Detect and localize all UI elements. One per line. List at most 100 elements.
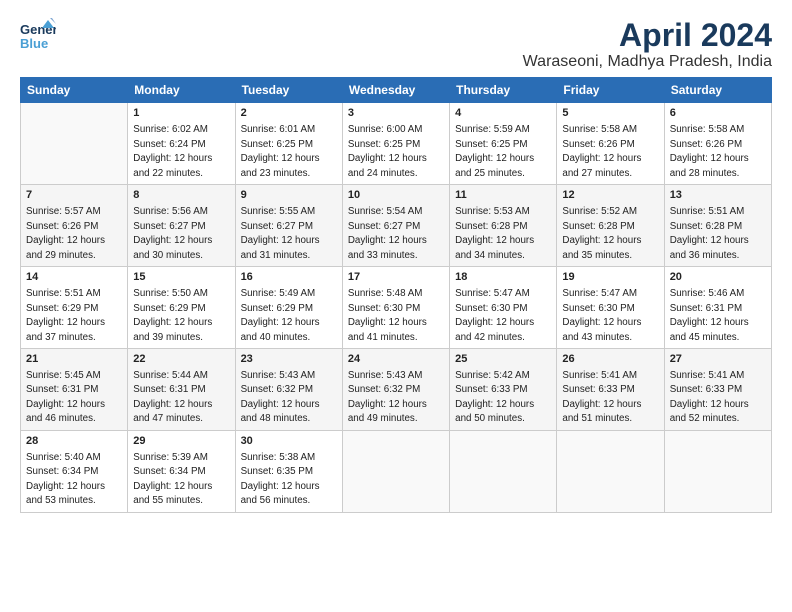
calendar-cell: 13 Sunrise: 5:51 AMSunset: 6:28 PMDayligh… [664, 185, 771, 267]
cell-info: Sunrise: 5:50 AMSunset: 6:29 PMDaylight:… [133, 288, 212, 343]
title-block: April 2024 Waraseoni, Madhya Pradesh, In… [523, 18, 772, 71]
calendar-cell: 19Sunrise: 5:47 AMSunset: 6:30 PMDayligh… [557, 267, 664, 349]
cell-info: Sunrise: 5:54 AMSunset: 6:27 PMDaylight:… [348, 206, 427, 261]
cell-info: Sunrise: 5:53 AMSunset: 6:28 PMDaylight:… [455, 206, 534, 261]
calendar-cell: 9 Sunrise: 5:55 AMSunset: 6:27 PMDaylight… [235, 185, 342, 267]
cell-info: Sunrise: 5:39 AMSunset: 6:34 PMDaylight:… [133, 452, 212, 507]
day-number: 15 [133, 270, 229, 286]
header-saturday: Saturday [664, 78, 771, 103]
cell-info: Sunrise: 5:44 AMSunset: 6:31 PMDaylight:… [133, 370, 212, 425]
day-number: 28 [26, 434, 122, 450]
calendar-cell: 10 Sunrise: 5:54 AMSunset: 6:27 PMDayligh… [342, 185, 449, 267]
cell-info: Sunrise: 6:02 AMSunset: 6:24 PMDaylight:… [133, 124, 212, 179]
header-monday: Monday [128, 78, 235, 103]
page-header: General Blue April 2024 Waraseoni, Madhy… [20, 18, 772, 71]
day-number: 6 [670, 106, 766, 122]
cell-info: Sunrise: 5:41 AMSunset: 6:33 PMDaylight:… [562, 370, 641, 425]
day-number: 9 [241, 188, 337, 204]
calendar-cell: 3 Sunrise: 6:00 AMSunset: 6:25 PMDaylight… [342, 103, 449, 185]
calendar-cell [557, 430, 664, 512]
day-number: 13 [670, 188, 766, 204]
cell-info: Sunrise: 5:51 AMSunset: 6:28 PMDaylight:… [670, 206, 749, 261]
calendar-cell: 7 Sunrise: 5:57 AMSunset: 6:26 PMDaylight… [21, 185, 128, 267]
week-row-5: 28Sunrise: 5:40 AMSunset: 6:34 PMDayligh… [21, 430, 772, 512]
week-row-2: 7 Sunrise: 5:57 AMSunset: 6:26 PMDaylight… [21, 185, 772, 267]
cell-info: Sunrise: 5:42 AMSunset: 6:33 PMDaylight:… [455, 370, 534, 425]
calendar-cell: 4 Sunrise: 5:59 AMSunset: 6:25 PMDaylight… [450, 103, 557, 185]
cell-info: Sunrise: 5:52 AMSunset: 6:28 PMDaylight:… [562, 206, 641, 261]
cell-info: Sunrise: 5:51 AMSunset: 6:29 PMDaylight:… [26, 288, 105, 343]
day-number: 30 [241, 434, 337, 450]
day-number: 1 [133, 106, 229, 122]
calendar-cell: 16 Sunrise: 5:49 AMSunset: 6:29 PMDayligh… [235, 267, 342, 349]
calendar-cell: 24 Sunrise: 5:43 AMSunset: 6:32 PMDayligh… [342, 349, 449, 431]
cell-info: Sunrise: 5:43 AMSunset: 6:32 PMDaylight:… [348, 370, 427, 425]
cell-info: Sunrise: 5:56 AMSunset: 6:27 PMDaylight:… [133, 206, 212, 261]
week-row-4: 21Sunrise: 5:45 AMSunset: 6:31 PMDayligh… [21, 349, 772, 431]
cell-info: Sunrise: 5:55 AMSunset: 6:27 PMDaylight:… [241, 206, 320, 261]
day-number: 23 [241, 352, 337, 368]
day-number: 5 [562, 106, 658, 122]
day-number: 3 [348, 106, 444, 122]
calendar-cell: 8 Sunrise: 5:56 AMSunset: 6:27 PMDaylight… [128, 185, 235, 267]
cell-info: Sunrise: 5:48 AMSunset: 6:30 PMDaylight:… [348, 288, 427, 343]
calendar-table: Sunday Monday Tuesday Wednesday Thursday… [20, 77, 772, 513]
cell-info: Sunrise: 5:57 AMSunset: 6:26 PMDaylight:… [26, 206, 105, 261]
day-number: 24 [348, 352, 444, 368]
calendar-page: General Blue April 2024 Waraseoni, Madhy… [0, 0, 792, 612]
calendar-cell: 5Sunrise: 5:58 AMSunset: 6:26 PMDaylight… [557, 103, 664, 185]
cell-info: Sunrise: 6:00 AMSunset: 6:25 PMDaylight:… [348, 124, 427, 179]
calendar-cell: 11 Sunrise: 5:53 AMSunset: 6:28 PMDayligh… [450, 185, 557, 267]
day-number: 4 [455, 106, 551, 122]
calendar-cell [664, 430, 771, 512]
header-row: Sunday Monday Tuesday Wednesday Thursday… [21, 78, 772, 103]
day-number: 7 [26, 188, 122, 204]
calendar-cell [342, 430, 449, 512]
calendar-cell: 17Sunrise: 5:48 AMSunset: 6:30 PMDayligh… [342, 267, 449, 349]
logo: General Blue [20, 18, 56, 58]
day-number: 18 [455, 270, 551, 286]
logo-svg: General Blue [20, 18, 56, 58]
day-number: 22 [133, 352, 229, 368]
cell-info: Sunrise: 5:49 AMSunset: 6:29 PMDaylight:… [241, 288, 320, 343]
week-row-1: 1 Sunrise: 6:02 AMSunset: 6:24 PMDaylight… [21, 103, 772, 185]
calendar-cell: 20 Sunrise: 5:46 AMSunset: 6:31 PMDayligh… [664, 267, 771, 349]
cell-info: Sunrise: 6:01 AMSunset: 6:25 PMDaylight:… [241, 124, 320, 179]
day-number: 11 [455, 188, 551, 204]
calendar-cell: 23 Sunrise: 5:43 AMSunset: 6:32 PMDayligh… [235, 349, 342, 431]
calendar-cell: 14 Sunrise: 5:51 AMSunset: 6:29 PMDayligh… [21, 267, 128, 349]
day-number: 14 [26, 270, 122, 286]
calendar-cell: 6 Sunrise: 5:58 AMSunset: 6:26 PMDaylight… [664, 103, 771, 185]
cell-info: Sunrise: 5:47 AMSunset: 6:30 PMDaylight:… [562, 288, 641, 343]
calendar-cell [21, 103, 128, 185]
day-number: 20 [670, 270, 766, 286]
calendar-cell: 21Sunrise: 5:45 AMSunset: 6:31 PMDayligh… [21, 349, 128, 431]
calendar-cell: 30 Sunrise: 5:38 AMSunset: 6:35 PMDayligh… [235, 430, 342, 512]
cell-info: Sunrise: 5:58 AMSunset: 6:26 PMDaylight:… [670, 124, 749, 179]
day-number: 25 [455, 352, 551, 368]
day-number: 16 [241, 270, 337, 286]
calendar-cell: 28Sunrise: 5:40 AMSunset: 6:34 PMDayligh… [21, 430, 128, 512]
day-number: 26 [562, 352, 658, 368]
cell-info: Sunrise: 5:47 AMSunset: 6:30 PMDaylight:… [455, 288, 534, 343]
cell-info: Sunrise: 5:45 AMSunset: 6:31 PMDaylight:… [26, 370, 105, 425]
header-friday: Friday [557, 78, 664, 103]
cell-info: Sunrise: 5:38 AMSunset: 6:35 PMDaylight:… [241, 452, 320, 507]
week-row-3: 14 Sunrise: 5:51 AMSunset: 6:29 PMDayligh… [21, 267, 772, 349]
day-number: 8 [133, 188, 229, 204]
cell-info: Sunrise: 5:46 AMSunset: 6:31 PMDaylight:… [670, 288, 749, 343]
header-thursday: Thursday [450, 78, 557, 103]
day-number: 10 [348, 188, 444, 204]
calendar-cell: 15 Sunrise: 5:50 AMSunset: 6:29 PMDayligh… [128, 267, 235, 349]
calendar-cell: 18 Sunrise: 5:47 AMSunset: 6:30 PMDayligh… [450, 267, 557, 349]
calendar-cell [450, 430, 557, 512]
calendar-cell: 27Sunrise: 5:41 AMSunset: 6:33 PMDayligh… [664, 349, 771, 431]
svg-text:Blue: Blue [20, 36, 48, 51]
header-sunday: Sunday [21, 78, 128, 103]
day-number: 2 [241, 106, 337, 122]
calendar-cell: 22 Sunrise: 5:44 AMSunset: 6:31 PMDayligh… [128, 349, 235, 431]
day-number: 12 [562, 188, 658, 204]
day-number: 29 [133, 434, 229, 450]
cell-info: Sunrise: 5:59 AMSunset: 6:25 PMDaylight:… [455, 124, 534, 179]
cell-info: Sunrise: 5:43 AMSunset: 6:32 PMDaylight:… [241, 370, 320, 425]
